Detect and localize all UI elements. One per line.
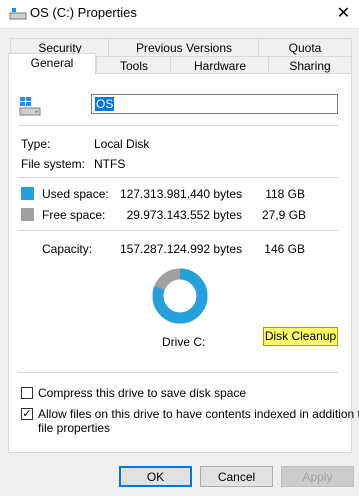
capacity-size: 146 GB xyxy=(264,242,305,256)
capacity-label: Capacity: xyxy=(42,242,93,256)
file-system-label: File system: xyxy=(21,157,86,171)
free-space-label: Free space: xyxy=(42,208,106,222)
disk-cleanup-button[interactable]: Disk Cleanup xyxy=(263,327,338,346)
free-space-swatch xyxy=(21,208,34,221)
used-space-bytes: 127.313.981.440 bytes xyxy=(120,187,243,201)
index-label-line1: Allow files on this drive to have conten… xyxy=(38,407,359,421)
ok-button[interactable]: OK xyxy=(119,466,192,487)
type-label: Type: xyxy=(21,137,51,151)
compress-label: Compress this drive to save disk space xyxy=(38,386,247,400)
drive-name-text: OS xyxy=(95,97,115,111)
type-value: Local Disk xyxy=(94,137,150,151)
capacity-bytes: 157.287.124.992 bytes xyxy=(120,242,243,256)
apply-button[interactable]: Apply xyxy=(281,466,354,487)
disk-usage-donut xyxy=(152,268,208,324)
tab-previous-versions[interactable]: Previous Versions xyxy=(108,38,260,57)
index-checkbox[interactable]: ✓ xyxy=(21,408,33,420)
tab-quota[interactable]: Quota xyxy=(258,38,352,57)
checkmark-icon: ✓ xyxy=(22,408,32,420)
tab-general[interactable]: General xyxy=(8,53,96,75)
used-space-swatch xyxy=(21,187,34,200)
compress-checkbox[interactable] xyxy=(21,387,33,399)
index-label-line2: file properties xyxy=(38,421,111,435)
used-space-size: 118 GB xyxy=(265,187,305,201)
used-space-label: Used space: xyxy=(42,187,109,201)
file-system-value: NTFS xyxy=(94,157,126,171)
free-space-size: 27,9 GB xyxy=(262,208,307,222)
separator xyxy=(18,177,338,178)
separator xyxy=(18,125,338,126)
separator xyxy=(18,372,338,373)
drive-icon xyxy=(9,8,27,20)
window-title: OS (C:) Properties xyxy=(30,5,137,20)
drive-windows-icon xyxy=(19,97,41,116)
title-bar: OS (C:) Properties ✕ xyxy=(0,0,359,29)
free-space-bytes: 29.973.143.552 bytes xyxy=(126,208,242,222)
drive-name-input[interactable]: OS xyxy=(91,94,338,114)
drive-label: Drive C: xyxy=(162,335,206,349)
close-button[interactable]: ✕ xyxy=(328,2,359,26)
cancel-button[interactable]: Cancel xyxy=(200,466,273,487)
separator xyxy=(18,230,338,231)
